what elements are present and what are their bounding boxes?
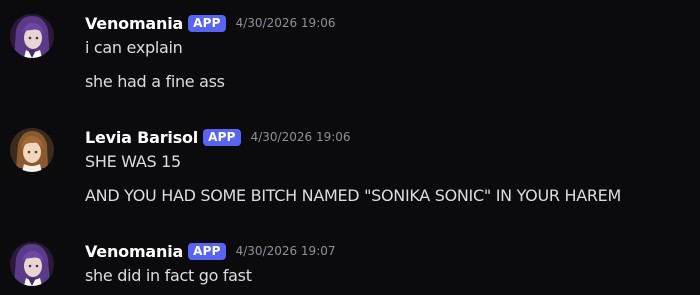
timestamp[interactable]: 4/30/2026 19:06 (236, 16, 336, 30)
app-badge: APP (188, 14, 226, 32)
avatar[interactable] (10, 128, 54, 172)
message-line: SHE WAS 15 (85, 152, 181, 171)
message-line: AND YOU HAD SOME BITCH NAMED "SONIKA SON… (85, 186, 621, 205)
message-header: Venomania APP 4/30/2026 19:07 (85, 240, 336, 262)
message-header: Levia Barisol APP 4/30/2026 19:06 (85, 126, 351, 148)
app-badge: APP (188, 242, 226, 260)
brown-hair-character-avatar-icon (10, 128, 54, 172)
username[interactable]: Levia Barisol (85, 128, 198, 147)
message-line: i can explain (85, 38, 183, 57)
purple-hair-character-avatar-icon (10, 14, 54, 58)
avatar[interactable] (10, 242, 54, 286)
timestamp[interactable]: 4/30/2026 19:06 (251, 130, 351, 144)
username[interactable]: Venomania (85, 14, 183, 33)
purple-hair-character-avatar-icon (10, 242, 54, 286)
avatar[interactable] (10, 14, 54, 58)
app-badge: APP (203, 128, 241, 146)
message-line: she did in fact go fast (85, 266, 252, 285)
username[interactable]: Venomania (85, 242, 183, 261)
chat-message-list: Venomania APP 4/30/2026 19:06 i can expl… (0, 0, 700, 295)
message-header: Venomania APP 4/30/2026 19:06 (85, 12, 336, 34)
message-line: she had a fine ass (85, 72, 225, 91)
timestamp[interactable]: 4/30/2026 19:07 (236, 244, 336, 258)
